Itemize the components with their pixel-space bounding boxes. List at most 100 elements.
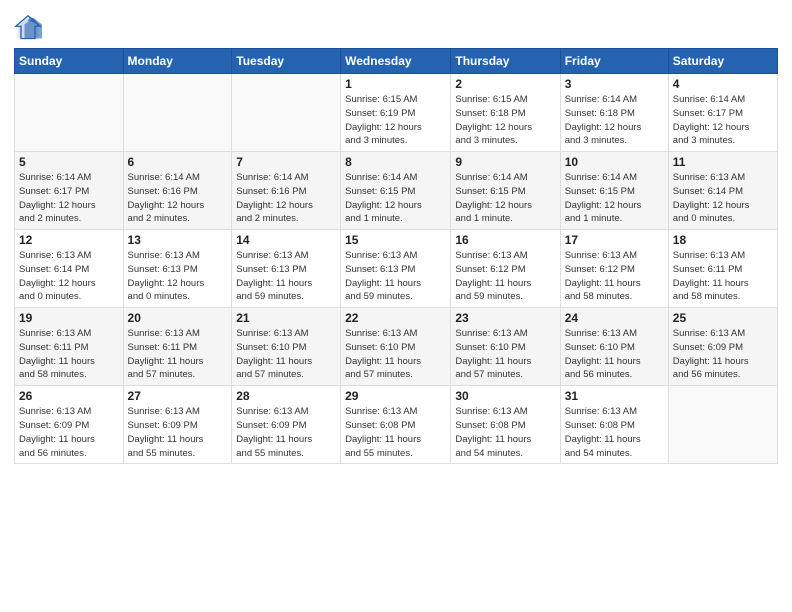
day-number: 30: [455, 389, 555, 403]
day-info: Sunrise: 6:15 AM Sunset: 6:19 PM Dayligh…: [345, 93, 446, 148]
day-info: Sunrise: 6:13 AM Sunset: 6:10 PM Dayligh…: [455, 327, 555, 382]
calendar-cell: 3 Sunrise: 6:14 AM Sunset: 6:18 PM Daylig…: [560, 74, 668, 152]
day-info: Sunrise: 6:13 AM Sunset: 6:13 PM Dayligh…: [345, 249, 446, 304]
logo-icon: [14, 14, 42, 42]
calendar-cell: 16Sunrise: 6:13 AM Sunset: 6:12 PM Dayli…: [451, 230, 560, 308]
day-number: 12: [19, 233, 119, 247]
day-number: 23: [455, 311, 555, 325]
weekday-header-thursday: Thursday: [451, 49, 560, 74]
day-info: Sunrise: 6:13 AM Sunset: 6:08 PM Dayligh…: [455, 405, 555, 460]
calendar-cell: 28 Sunrise: 6:13 AM Sunset: 6:09 PM Dayli…: [232, 386, 341, 464]
day-info: Sunrise: 6:13 AM Sunset: 6:12 PM Dayligh…: [565, 249, 664, 304]
day-number: 22: [345, 311, 446, 325]
day-info: Sunrise: 6:13 AM Sunset: 6:09 PM Dayligh…: [19, 405, 119, 460]
day-info: Sunrise: 6:13 AM Sunset: 6:13 PM Dayligh…: [128, 249, 228, 304]
day-info: Sunrise: 6:13 AM Sunset: 6:09 PM Dayligh…: [128, 405, 228, 460]
calendar-week-row: 1 Sunrise: 6:15 AM Sunset: 6:19 PM Daylig…: [15, 74, 778, 152]
day-number: 20: [128, 311, 228, 325]
calendar-cell: 25Sunrise: 6:13 AM Sunset: 6:09 PM Dayli…: [668, 308, 777, 386]
calendar-cell: 8 Sunrise: 6:14 AM Sunset: 6:15 PM Daylig…: [341, 152, 451, 230]
day-info: Sunrise: 6:14 AM Sunset: 6:15 PM Dayligh…: [565, 171, 664, 226]
day-number: 3: [565, 77, 664, 91]
day-number: 4: [673, 77, 773, 91]
calendar-cell: 29 Sunrise: 6:13 AM Sunset: 6:08 PM Dayli…: [341, 386, 451, 464]
day-number: 15: [345, 233, 446, 247]
day-number: 26: [19, 389, 119, 403]
day-number: 10: [565, 155, 664, 169]
calendar-cell: 10 Sunrise: 6:14 AM Sunset: 6:15 PM Dayli…: [560, 152, 668, 230]
day-number: 19: [19, 311, 119, 325]
day-number: 21: [236, 311, 336, 325]
day-number: 9: [455, 155, 555, 169]
calendar-cell: [123, 74, 232, 152]
day-info: Sunrise: 6:14 AM Sunset: 6:15 PM Dayligh…: [345, 171, 446, 226]
weekday-header-wednesday: Wednesday: [341, 49, 451, 74]
day-info: Sunrise: 6:15 AM Sunset: 6:18 PM Dayligh…: [455, 93, 555, 148]
calendar-cell: 18 Sunrise: 6:13 AM Sunset: 6:11 PM Dayli…: [668, 230, 777, 308]
calendar-cell: 13 Sunrise: 6:13 AM Sunset: 6:13 PM Dayli…: [123, 230, 232, 308]
calendar-cell: 1 Sunrise: 6:15 AM Sunset: 6:19 PM Daylig…: [341, 74, 451, 152]
calendar-cell: 9 Sunrise: 6:14 AM Sunset: 6:15 PM Daylig…: [451, 152, 560, 230]
day-number: 13: [128, 233, 228, 247]
day-info: Sunrise: 6:13 AM Sunset: 6:10 PM Dayligh…: [345, 327, 446, 382]
logo: [14, 14, 46, 42]
day-number: 6: [128, 155, 228, 169]
day-info: Sunrise: 6:14 AM Sunset: 6:17 PM Dayligh…: [19, 171, 119, 226]
day-info: Sunrise: 6:13 AM Sunset: 6:10 PM Dayligh…: [565, 327, 664, 382]
calendar-cell: 20Sunrise: 6:13 AM Sunset: 6:11 PM Dayli…: [123, 308, 232, 386]
day-number: 14: [236, 233, 336, 247]
calendar-cell: [232, 74, 341, 152]
day-info: Sunrise: 6:14 AM Sunset: 6:18 PM Dayligh…: [565, 93, 664, 148]
calendar-cell: 27 Sunrise: 6:13 AM Sunset: 6:09 PM Dayli…: [123, 386, 232, 464]
day-info: Sunrise: 6:14 AM Sunset: 6:15 PM Dayligh…: [455, 171, 555, 226]
day-number: 29: [345, 389, 446, 403]
calendar-cell: 22 Sunrise: 6:13 AM Sunset: 6:10 PM Dayli…: [341, 308, 451, 386]
day-info: Sunrise: 6:13 AM Sunset: 6:12 PM Dayligh…: [455, 249, 555, 304]
calendar-cell: 23 Sunrise: 6:13 AM Sunset: 6:10 PM Dayli…: [451, 308, 560, 386]
day-info: Sunrise: 6:13 AM Sunset: 6:08 PM Dayligh…: [345, 405, 446, 460]
calendar-cell: 2 Sunrise: 6:15 AM Sunset: 6:18 PM Daylig…: [451, 74, 560, 152]
calendar-cell: 24Sunrise: 6:13 AM Sunset: 6:10 PM Dayli…: [560, 308, 668, 386]
day-info: Sunrise: 6:13 AM Sunset: 6:09 PM Dayligh…: [236, 405, 336, 460]
day-info: Sunrise: 6:13 AM Sunset: 6:10 PM Dayligh…: [236, 327, 336, 382]
day-number: 2: [455, 77, 555, 91]
day-number: 11: [673, 155, 773, 169]
day-info: Sunrise: 6:13 AM Sunset: 6:14 PM Dayligh…: [673, 171, 773, 226]
calendar-cell: 5 Sunrise: 6:14 AM Sunset: 6:17 PM Daylig…: [15, 152, 124, 230]
calendar-cell: 7 Sunrise: 6:14 AM Sunset: 6:16 PM Daylig…: [232, 152, 341, 230]
day-number: 5: [19, 155, 119, 169]
day-number: 28: [236, 389, 336, 403]
day-number: 31: [565, 389, 664, 403]
day-info: Sunrise: 6:14 AM Sunset: 6:16 PM Dayligh…: [128, 171, 228, 226]
day-info: Sunrise: 6:13 AM Sunset: 6:11 PM Dayligh…: [673, 249, 773, 304]
calendar-cell: 12Sunrise: 6:13 AM Sunset: 6:14 PM Dayli…: [15, 230, 124, 308]
day-info: Sunrise: 6:13 AM Sunset: 6:09 PM Dayligh…: [673, 327, 773, 382]
weekday-header-friday: Friday: [560, 49, 668, 74]
calendar-week-row: 12Sunrise: 6:13 AM Sunset: 6:14 PM Dayli…: [15, 230, 778, 308]
calendar-cell: [15, 74, 124, 152]
calendar-week-row: 26 Sunrise: 6:13 AM Sunset: 6:09 PM Dayli…: [15, 386, 778, 464]
calendar-week-row: 19Sunrise: 6:13 AM Sunset: 6:11 PM Dayli…: [15, 308, 778, 386]
day-info: Sunrise: 6:14 AM Sunset: 6:17 PM Dayligh…: [673, 93, 773, 148]
day-number: 7: [236, 155, 336, 169]
weekday-header-tuesday: Tuesday: [232, 49, 341, 74]
calendar-cell: 26 Sunrise: 6:13 AM Sunset: 6:09 PM Dayli…: [15, 386, 124, 464]
day-info: Sunrise: 6:14 AM Sunset: 6:16 PM Dayligh…: [236, 171, 336, 226]
calendar-cell: 11 Sunrise: 6:13 AM Sunset: 6:14 PM Dayli…: [668, 152, 777, 230]
day-number: 27: [128, 389, 228, 403]
day-info: Sunrise: 6:13 AM Sunset: 6:13 PM Dayligh…: [236, 249, 336, 304]
header: [14, 10, 778, 42]
calendar-cell: 6 Sunrise: 6:14 AM Sunset: 6:16 PM Daylig…: [123, 152, 232, 230]
weekday-header-sunday: Sunday: [15, 49, 124, 74]
weekday-header-monday: Monday: [123, 49, 232, 74]
day-number: 8: [345, 155, 446, 169]
calendar-cell: 19Sunrise: 6:13 AM Sunset: 6:11 PM Dayli…: [15, 308, 124, 386]
calendar-cell: 14 Sunrise: 6:13 AM Sunset: 6:13 PM Dayli…: [232, 230, 341, 308]
calendar-cell: 21 Sunrise: 6:13 AM Sunset: 6:10 PM Dayli…: [232, 308, 341, 386]
day-info: Sunrise: 6:13 AM Sunset: 6:08 PM Dayligh…: [565, 405, 664, 460]
day-number: 1: [345, 77, 446, 91]
day-number: 18: [673, 233, 773, 247]
calendar: SundayMondayTuesdayWednesdayThursdayFrid…: [14, 48, 778, 464]
calendar-cell: 4 Sunrise: 6:14 AM Sunset: 6:17 PM Daylig…: [668, 74, 777, 152]
weekday-header-row: SundayMondayTuesdayWednesdayThursdayFrid…: [15, 49, 778, 74]
